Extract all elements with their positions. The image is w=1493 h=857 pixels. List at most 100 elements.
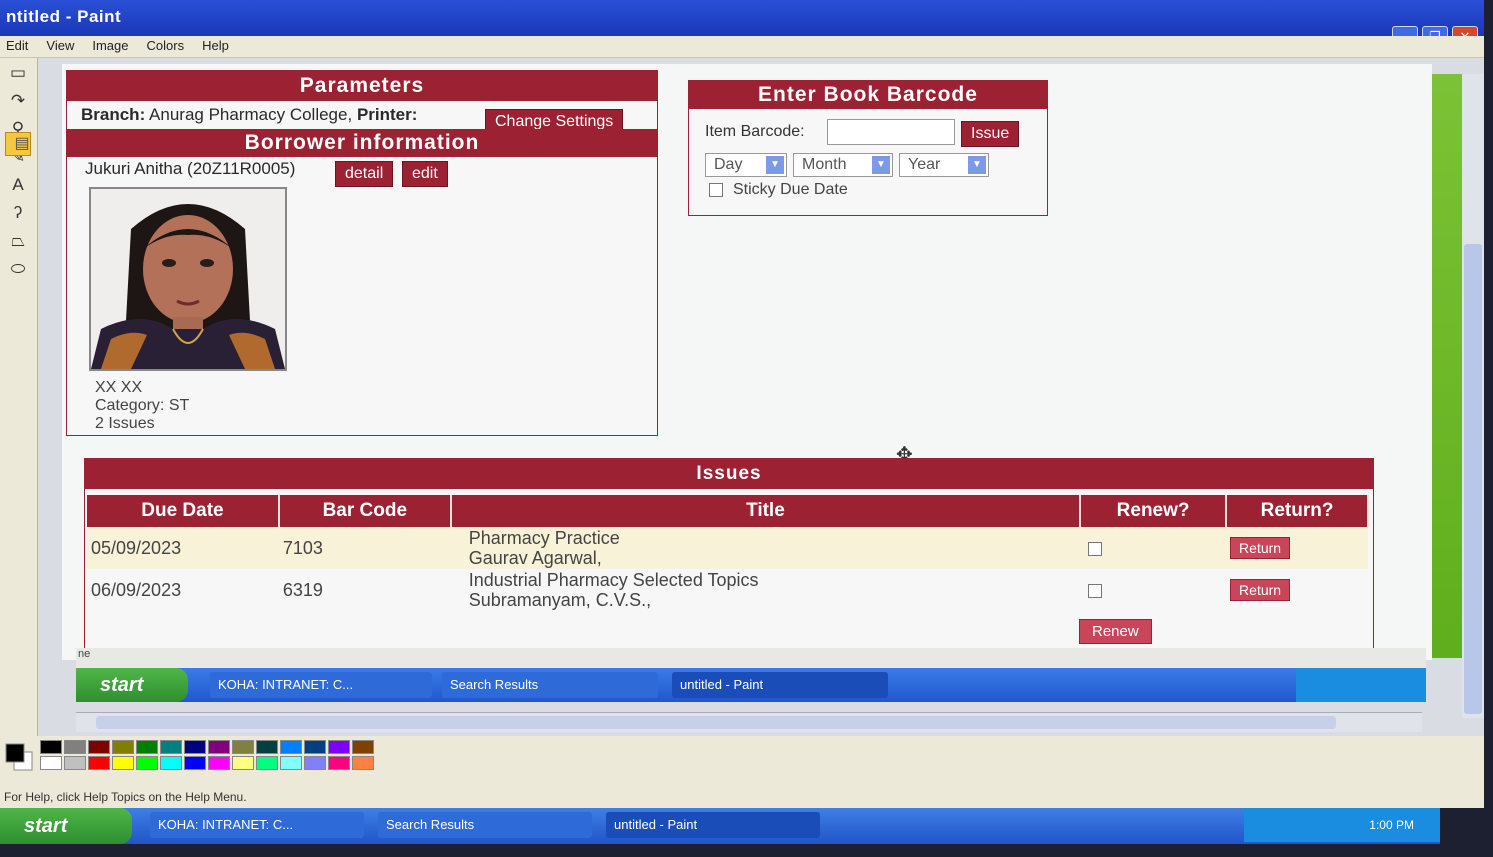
barcode-panel: Enter Book Barcode Item Barcode: Issue D… — [688, 80, 1048, 216]
year-select[interactable]: Year ▼ — [899, 153, 989, 177]
day-select[interactable]: Day ▼ — [705, 153, 787, 177]
color-swatch[interactable] — [88, 740, 110, 754]
color-swatch[interactable] — [184, 740, 206, 754]
month-select-value: Month — [802, 156, 847, 173]
renew-checkbox[interactable] — [1088, 583, 1103, 598]
edit-button[interactable]: edit — [402, 161, 448, 187]
chevron-down-icon: ▼ — [766, 156, 784, 174]
select-tool-icon[interactable]: ▭ — [5, 60, 31, 86]
menu-colors[interactable]: Colors — [147, 36, 185, 57]
item-barcode-label: Item Barcode: — [705, 123, 805, 140]
color-palette — [0, 736, 1484, 786]
item-barcode-input[interactable] — [827, 119, 955, 145]
renew-cell — [1080, 527, 1227, 569]
month-select[interactable]: Month ▼ — [793, 153, 893, 177]
menu-help[interactable]: Help — [202, 36, 229, 57]
inner-task-search[interactable]: Search Results — [442, 672, 658, 698]
menu-bar: Edit View Image Colors Help — [0, 36, 1484, 58]
color-swatch[interactable] — [112, 740, 134, 754]
color-swatch[interactable] — [40, 740, 62, 754]
barcode-heading: Enter Book Barcode — [689, 81, 1047, 109]
color-swatch[interactable] — [136, 756, 158, 770]
col-return[interactable]: Return? — [1226, 495, 1369, 527]
col-due-date[interactable]: Due Date — [87, 495, 280, 527]
inner-status-bar: ne — [76, 648, 1426, 668]
color-swatch[interactable] — [208, 756, 230, 770]
return-cell: Return — [1226, 569, 1368, 611]
barcode-link[interactable]: 6319 — [279, 569, 451, 611]
color-swatch[interactable] — [352, 740, 374, 754]
taskbar: start KOHA: INTRANET: C... Search Result… — [0, 808, 1440, 844]
task-koha[interactable]: KOHA: INTRANET: C... — [150, 812, 364, 838]
table-row: 05/09/2023 7103 Pharmacy Practice Gaurav… — [87, 527, 1368, 569]
color-swatch[interactable] — [280, 740, 302, 754]
color-swatch[interactable] — [208, 740, 230, 754]
curve-tool-icon[interactable]: ʔ — [5, 200, 31, 226]
title-text[interactable]: Industrial Pharmacy Selected Topics — [469, 570, 1080, 590]
menu-view[interactable]: View — [46, 36, 74, 57]
color-swatch[interactable] — [136, 740, 158, 754]
col-bar-code[interactable]: Bar Code — [278, 495, 452, 527]
text-tool-icon[interactable]: A — [5, 172, 31, 198]
color-swatch[interactable] — [352, 756, 374, 770]
return-button[interactable]: Return — [1230, 579, 1291, 601]
color-swatch[interactable] — [160, 756, 182, 770]
color-swatch[interactable] — [232, 740, 254, 754]
col-title[interactable]: Title — [450, 495, 1082, 527]
renew-button[interactable]: Renew — [1079, 619, 1152, 644]
inner-start-button[interactable]: start — [76, 668, 188, 702]
color-swatch[interactable] — [328, 756, 350, 770]
polygon-tool-icon[interactable]: ⏢ — [5, 228, 31, 254]
due-date-cell: 06/09/2023 — [91, 579, 182, 600]
branch-row: Branch: Anurag Pharmacy College, Printer… — [81, 105, 417, 125]
patron-meta: XX XX Category: ST 2 Issues — [95, 379, 189, 433]
color-swatch[interactable] — [232, 756, 254, 770]
palette-swatches — [40, 740, 374, 770]
branch-label: Branch: — [81, 105, 146, 124]
sticky-due-date-label: Sticky Due Date — [733, 181, 848, 198]
color-swatch[interactable] — [112, 756, 134, 770]
title-text[interactable]: Pharmacy Practice — [469, 528, 1080, 548]
color-swatch[interactable] — [280, 756, 302, 770]
barcode-link[interactable]: 7103 — [278, 527, 451, 569]
color-swatch[interactable] — [64, 740, 86, 754]
screen: ntitled - Paint _ ❐ ✕ Edit View Image Co… — [0, 0, 1493, 857]
color-swatch[interactable] — [64, 756, 86, 770]
color-swatch[interactable] — [304, 756, 326, 770]
sticky-due-date-checkbox[interactable] — [709, 182, 723, 197]
task-paint[interactable]: untitled - Paint — [606, 812, 820, 838]
color-swatch[interactable] — [328, 740, 350, 754]
transparent-option-icon[interactable]: ▤ — [5, 132, 31, 156]
renew-checkbox[interactable] — [1088, 541, 1103, 556]
task-search[interactable]: Search Results — [378, 812, 592, 838]
color-swatch[interactable] — [88, 756, 110, 770]
chevron-down-icon: ▼ — [968, 156, 986, 174]
col-renew[interactable]: Renew? — [1080, 495, 1228, 527]
ellipse-tool-icon[interactable]: ⬭ — [5, 256, 31, 282]
author-text: Subramanyam, C.V.S., — [468, 590, 652, 610]
menu-edit[interactable]: Edit — [6, 36, 28, 57]
vertical-scrollbar[interactable] — [1462, 74, 1484, 718]
issue-button[interactable]: Issue — [961, 121, 1020, 147]
return-button[interactable]: Return — [1230, 537, 1291, 559]
current-colors-icon[interactable] — [4, 742, 34, 772]
parameters-panel: Parameters Branch: Anurag Pharmacy Colle… — [66, 70, 658, 436]
title-cell: Industrial Pharmacy Selected Topics Subr… — [451, 569, 1080, 611]
color-swatch[interactable] — [304, 740, 326, 754]
horizontal-scrollbar[interactable] — [76, 712, 1422, 732]
color-swatch[interactable] — [256, 756, 278, 770]
fill-tool-icon[interactable]: ↷ — [5, 88, 31, 114]
inner-system-tray — [1296, 668, 1426, 702]
menu-image[interactable]: Image — [92, 36, 128, 57]
color-swatch[interactable] — [160, 740, 182, 754]
author-text: Gaurav Agarwal, — [468, 548, 602, 568]
color-swatch[interactable] — [184, 756, 206, 770]
issues-panel: Issues Due Date Bar Code Title Renew? Re… — [84, 458, 1374, 650]
color-swatch[interactable] — [256, 740, 278, 754]
detail-button[interactable]: detail — [335, 161, 394, 187]
parameters-heading: Parameters — [67, 71, 657, 101]
inner-task-paint[interactable]: untitled - Paint — [672, 672, 888, 698]
color-swatch[interactable] — [40, 756, 62, 770]
inner-task-koha[interactable]: KOHA: INTRANET: C... — [210, 672, 432, 698]
start-button[interactable]: start — [0, 808, 132, 844]
